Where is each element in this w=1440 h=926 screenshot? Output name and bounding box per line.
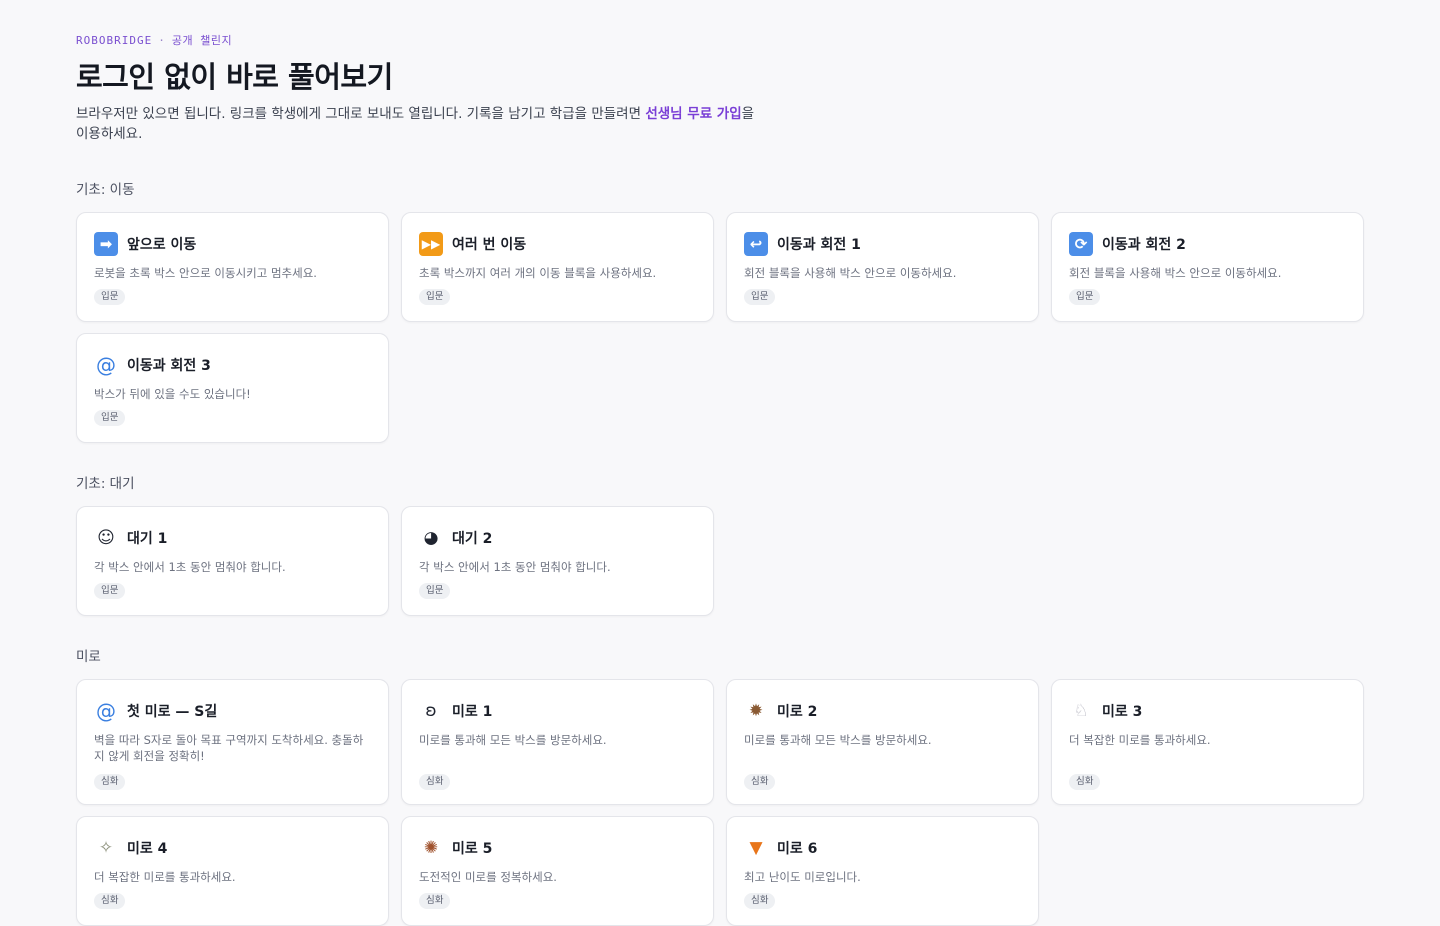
challenge-card-wait-1[interactable]: ☺ 대기 1 각 박스 안에서 1초 동안 멈춰야 합니다. 입문 xyxy=(76,506,389,616)
rotate-arrows-icon: ⟳ xyxy=(1069,232,1093,256)
difficulty-badge: 입문 xyxy=(94,289,126,305)
difficulty-badge: 심화 xyxy=(744,774,776,790)
hedgehog-icon: ✹ xyxy=(748,700,764,721)
eyebrow: ROBOBRIDGE · 공개 챌린지 xyxy=(76,32,1364,48)
card-description: 박스가 뒤에 있을 수도 있습니다! xyxy=(94,387,251,401)
page-title: 로그인 없이 바로 풀어보기 xyxy=(76,60,393,94)
card-title: 이동과 회전 3 xyxy=(127,358,211,374)
grid-maze: @ 첫 미로 — S길 벽을 따라 S자로 돌아 목표 구역까지 도착하세요. 충… xyxy=(76,679,1364,926)
cyclone-icon: @ xyxy=(96,699,116,723)
challenge-card-move-forward[interactable]: ➡ 앞으로 이동 로봇을 초록 박스 안으로 이동시키고 멈추세요. 입문 xyxy=(76,212,389,322)
difficulty-badge: 입문 xyxy=(419,583,451,599)
card-description: 각 박스 안에서 1초 동안 멈춰야 합니다. xyxy=(94,560,286,574)
difficulty-badge: 심화 xyxy=(744,893,776,909)
card-title: 미로 3 xyxy=(1102,704,1143,720)
card-title: 앞으로 이동 xyxy=(127,237,197,253)
card-description: 초록 박스까지 여러 개의 이동 블록을 사용하세요. xyxy=(419,266,657,280)
page-description: 브라우저만 있으면 됩니다. 링크를 학생에게 그대로 보내도 열립니다. 기록… xyxy=(76,104,756,144)
return-arrow-icon: ↩ xyxy=(744,232,768,256)
difficulty-badge: 심화 xyxy=(1069,774,1101,790)
challenge-card-multi-move[interactable]: ▶▶ 여러 번 이동 초록 박스까지 여러 개의 이동 블록을 사용하세요. 입문 xyxy=(401,212,714,322)
card-description: 벽을 따라 S자로 돌아 목표 구역까지 도착하세요. 충돌하지 않게 회전을 … xyxy=(94,733,364,763)
difficulty-badge: 입문 xyxy=(1069,289,1101,305)
turkey-icon: ✺ xyxy=(423,837,439,858)
card-description: 회전 블록을 사용해 박스 안으로 이동하세요. xyxy=(1069,266,1282,280)
card-title: 첫 미로 — S길 xyxy=(127,704,218,720)
challenge-card-maze-6[interactable]: ▼ 미로 6 최고 난이도 미로입니다. 심화 xyxy=(726,816,1039,926)
section-title-basic-move: 기초: 이동 xyxy=(76,182,135,198)
challenge-card-first-maze[interactable]: @ 첫 미로 — S길 벽을 따라 S자로 돌아 목표 구역까지 도착하세요. 충… xyxy=(76,679,389,805)
card-description: 회전 블록을 사용해 박스 안으로 이동하세요. xyxy=(744,266,957,280)
challenge-card-maze-3[interactable]: ♘ 미로 3 더 복잡한 미로를 통과하세요. 심화 xyxy=(1051,679,1364,805)
card-title: 미로 5 xyxy=(452,841,493,857)
challenge-card-maze-4[interactable]: ✧ 미로 4 더 복잡한 미로를 통과하세요. 심화 xyxy=(76,816,389,926)
card-description: 더 복잡한 미로를 통과하세요. xyxy=(1069,733,1211,747)
difficulty-badge: 심화 xyxy=(419,774,451,790)
panda-icon: ◕ xyxy=(423,527,439,548)
challenge-card-maze-2[interactable]: ✹ 미로 2 미로를 통과해 모든 박스를 방문하세요. 심화 xyxy=(726,679,1039,805)
card-description: 최고 난이도 미로입니다. xyxy=(744,870,861,884)
card-title: 여러 번 이동 xyxy=(452,237,527,253)
challenge-card-wait-2[interactable]: ◕ 대기 2 각 박스 안에서 1초 동안 멈춰야 합니다. 입문 xyxy=(401,506,714,616)
difficulty-badge: 심화 xyxy=(94,893,126,909)
card-title: 미로 1 xyxy=(452,704,493,720)
cyclone-icon: @ xyxy=(96,353,116,377)
card-title: 대기 2 xyxy=(452,531,493,547)
section-title-maze: 미로 xyxy=(76,649,101,665)
eyebrow-subtitle: 공개 챌린지 xyxy=(171,34,233,47)
difficulty-badge: 심화 xyxy=(94,774,126,790)
card-description: 미로를 통과해 모든 박스를 방문하세요. xyxy=(419,733,607,747)
page: ROBOBRIDGE · 공개 챌린지 로그인 없이 바로 풀어보기 브라우저만 있… xyxy=(0,0,1440,926)
fast-forward-icon: ▶▶ xyxy=(419,232,443,256)
card-title: 이동과 회전 2 xyxy=(1102,237,1186,253)
lizard-icon: ✧ xyxy=(98,837,114,858)
challenge-card-move-turn-3[interactable]: @ 이동과 회전 3 박스가 뒤에 있을 수도 있습니다! 입문 xyxy=(76,333,389,443)
difficulty-badge: 심화 xyxy=(419,893,451,909)
card-title: 이동과 회전 1 xyxy=(777,237,861,253)
eyebrow-separator: · xyxy=(158,34,166,47)
card-description: 미로를 통과해 모든 박스를 방문하세요. xyxy=(744,733,932,747)
difficulty-badge: 입문 xyxy=(94,583,126,599)
challenge-card-maze-1[interactable]: ʚ 미로 1 미로를 통과해 모든 박스를 방문하세요. 심화 xyxy=(401,679,714,805)
rabbit-icon: ♘ xyxy=(1073,700,1089,721)
brand-label: ROBOBRIDGE xyxy=(76,34,153,47)
card-description: 로봇을 초록 박스 안으로 이동시키고 멈추세요. xyxy=(94,266,317,280)
card-title: 미로 4 xyxy=(127,841,168,857)
grid-basic-wait: ☺ 대기 1 각 박스 안에서 1초 동안 멈춰야 합니다. 입문 ◕ 대기 2 각… xyxy=(76,506,1364,616)
challenge-card-maze-5[interactable]: ✺ 미로 5 도전적인 미로를 정복하세요. 심화 xyxy=(401,816,714,926)
challenge-card-move-turn-2[interactable]: ⟳ 이동과 회전 2 회전 블록을 사용해 박스 안으로 이동하세요. 입문 xyxy=(1051,212,1364,322)
right-arrow-icon: ➡ xyxy=(94,232,118,256)
card-description: 각 박스 안에서 1초 동안 멈춰야 합니다. xyxy=(419,560,611,574)
card-title: 대기 1 xyxy=(127,531,168,547)
difficulty-badge: 입문 xyxy=(744,289,776,305)
difficulty-badge: 입문 xyxy=(94,410,126,426)
card-title: 미로 2 xyxy=(777,704,818,720)
sleeping-face-icon: ☺ xyxy=(97,527,115,548)
difficulty-badge: 입문 xyxy=(419,289,451,305)
rabbit-face-icon: ʚ xyxy=(425,700,437,721)
section-title-basic-wait: 기초: 대기 xyxy=(76,476,135,492)
fox-icon: ▼ xyxy=(749,837,763,858)
grid-basic-move: ➡ 앞으로 이동 로봇을 초록 박스 안으로 이동시키고 멈추세요. 입문 ▶▶ 여… xyxy=(76,212,1364,443)
card-description: 도전적인 미로를 정복하세요. xyxy=(419,870,557,884)
description-text-1: 브라우저만 있으면 됩니다. 링크를 학생에게 그대로 보내도 열립니다. 기록… xyxy=(76,106,646,122)
challenge-card-move-turn-1[interactable]: ↩ 이동과 회전 1 회전 블록을 사용해 박스 안으로 이동하세요. 입문 xyxy=(726,212,1039,322)
card-description: 더 복잡한 미로를 통과하세요. xyxy=(94,870,236,884)
card-title: 미로 6 xyxy=(777,841,818,857)
teacher-signup-link[interactable]: 선생님 무료 가입 xyxy=(645,106,741,122)
